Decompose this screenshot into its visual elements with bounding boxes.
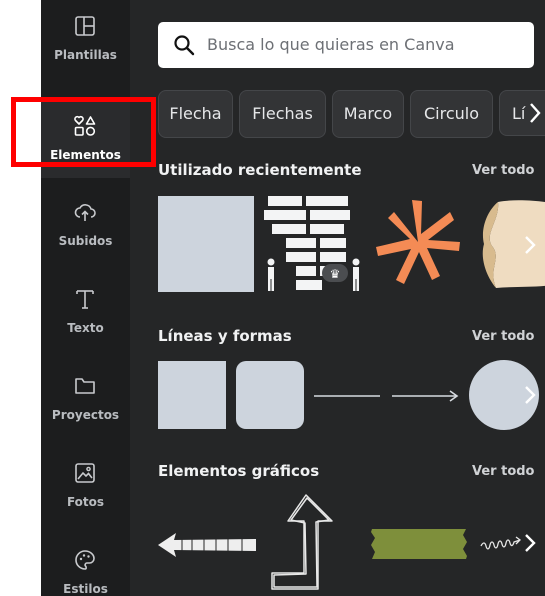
rail-item-subidos[interactable]: Subidos	[41, 186, 130, 264]
rail-label-subidos: Subidos	[58, 234, 113, 248]
squiggle-arrow-graphic[interactable]	[480, 532, 528, 554]
rail-item-proyectos[interactable]: Proyectos	[41, 360, 130, 438]
chip-flechas[interactable]: Flechas	[239, 90, 326, 138]
rail-label-proyectos: Proyectos	[51, 408, 120, 422]
search-icon	[172, 33, 196, 57]
see-all-recent[interactable]: Ver todo	[472, 163, 535, 178]
search-bar[interactable]: Busca lo que quieras en Canva	[158, 22, 534, 68]
side-rail: Plantillas Elementos Subidos Texto Proye…	[41, 0, 130, 596]
see-all-lines-shapes[interactable]: Ver todo	[472, 329, 535, 344]
cloud-upload-icon	[73, 200, 97, 224]
line-shape[interactable]	[314, 388, 382, 402]
rail-item-texto[interactable]: Texto	[41, 273, 130, 351]
svg-text:♛: ♛	[330, 267, 341, 281]
rail-item-fotos[interactable]: Fotos	[41, 447, 130, 525]
see-all-graphics[interactable]: Ver todo	[472, 464, 535, 479]
rail-item-estilos[interactable]: Estilos	[41, 534, 130, 596]
image-icon	[73, 461, 97, 485]
chip-marco[interactable]: Marco	[332, 90, 404, 138]
sketch-arrow-graphic[interactable]	[270, 493, 354, 596]
search-placeholder: Busca lo que quieras en Canva	[207, 35, 455, 54]
chip-flecha[interactable]: Flecha	[158, 90, 233, 138]
section-title-recent: Utilizado recientemente	[158, 161, 362, 179]
palette-icon	[73, 548, 97, 572]
rail-item-plantillas[interactable]: Plantillas	[41, 0, 130, 78]
recent-square-shape[interactable]	[158, 196, 254, 292]
chevron-right-icon[interactable]	[522, 384, 538, 406]
chevron-right-icon[interactable]	[522, 234, 538, 256]
section-title-graphics: Elementos gráficos	[158, 462, 320, 480]
rounded-square-shape[interactable]	[236, 361, 304, 429]
recent-orange-star-graphic[interactable]	[374, 196, 462, 288]
square-shape[interactable]	[158, 361, 226, 429]
template-icon	[73, 14, 97, 38]
arrow-line-shape[interactable]	[392, 388, 460, 402]
suggestion-chips: Flecha Flechas Marco Circulo Lí	[158, 90, 545, 138]
folder-icon	[73, 374, 97, 398]
chip-circulo[interactable]: Circulo	[410, 90, 493, 138]
canva-app: Plantillas Elementos Subidos Texto Proye…	[41, 0, 545, 596]
text-icon	[73, 287, 97, 311]
recent-people-wall-graphic[interactable]: ♛	[262, 194, 364, 294]
chevron-right-icon[interactable]	[526, 100, 544, 126]
rail-label-fotos: Fotos	[66, 495, 105, 509]
brush-arrow-graphic[interactable]	[158, 525, 258, 565]
rail-label-plantillas: Plantillas	[54, 48, 117, 62]
highlight-box	[11, 97, 156, 167]
section-title-lines-shapes: Líneas y formas	[158, 327, 292, 345]
rail-label-texto: Texto	[67, 321, 104, 335]
chevron-right-icon[interactable]	[522, 532, 538, 554]
green-tape-graphic[interactable]	[370, 527, 468, 561]
rail-label-estilos: Estilos	[63, 582, 108, 596]
